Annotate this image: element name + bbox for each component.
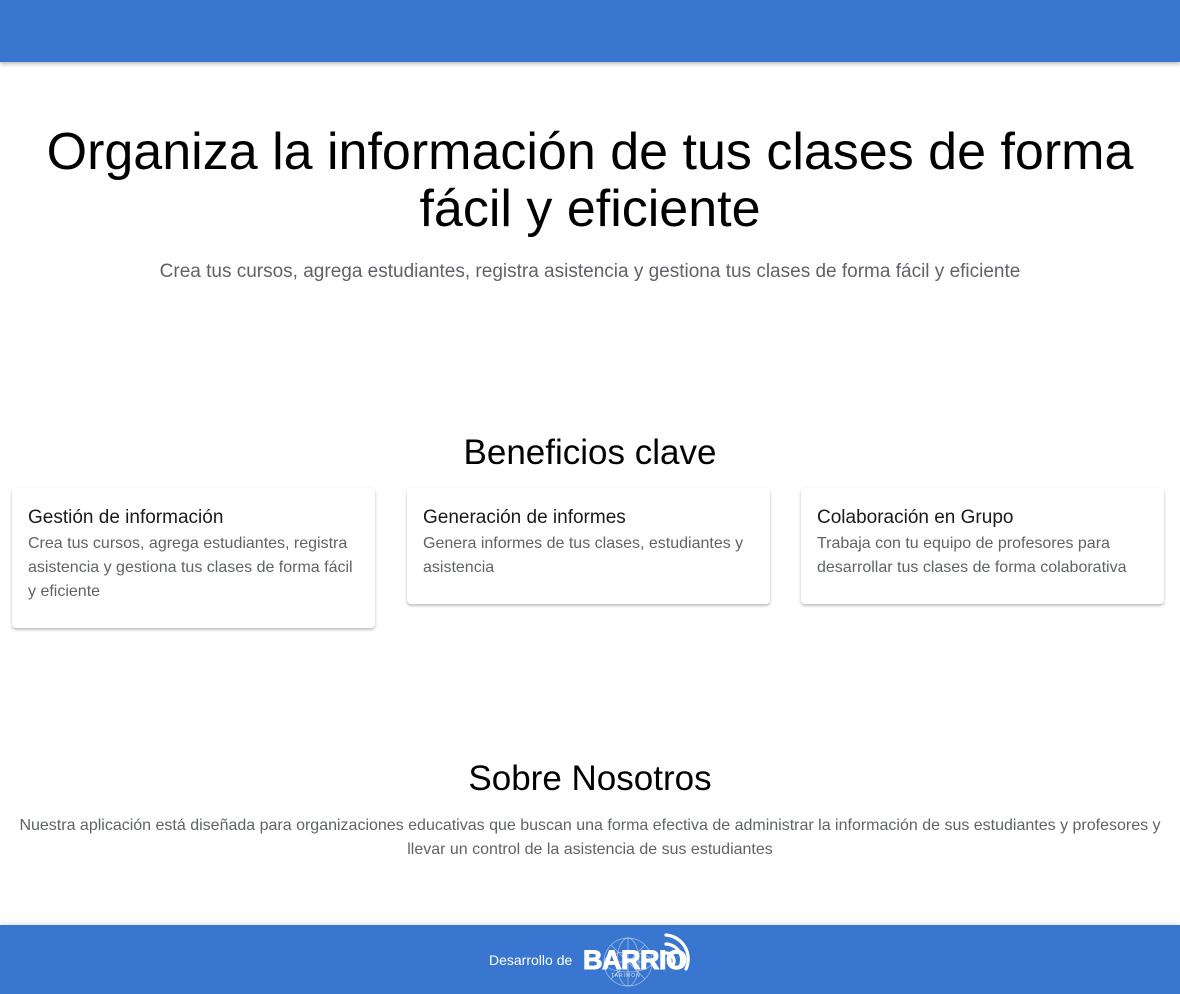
benefit-card-gestion: Gestión de información Crea tus cursos, … <box>12 488 375 628</box>
benefit-card-text: Crea tus cursos, agrega estudiantes, reg… <box>28 535 353 600</box>
about-title: Sobre Nosotros <box>468 759 712 798</box>
benefit-cards: Gestión de información Crea tus cursos, … <box>12 488 1164 638</box>
hero-subtitle: Crea tus cursos, agrega estudiantes, reg… <box>159 261 1021 282</box>
benefit-card-title: Colaboración en Grupo <box>817 507 1014 528</box>
footer: Desarrollo de BARRIO TARIMON <box>0 925 1180 994</box>
benefits-title: Beneficios clave <box>463 433 717 472</box>
footer-label: Desarrollo de <box>489 952 573 968</box>
benefit-card-text: Genera informes de tus clases, estudiant… <box>423 535 744 576</box>
about-text: Nuestra aplicación está diseñada para or… <box>19 817 1161 858</box>
benefit-card-text: Trabaja con tu equipo de profesores para… <box>817 535 1127 576</box>
benefit-card-title: Gestión de información <box>28 507 224 528</box>
svg-text:BARRIO: BARRIO <box>583 945 687 975</box>
barrio-logo-icon[interactable]: BARRIO TARIMON <box>580 929 690 989</box>
benefit-card-informes: Generación de informes Genera informes d… <box>407 488 770 604</box>
top-app-bar <box>0 0 1180 62</box>
benefits-section: Beneficios clave Gestión de información … <box>0 432 1180 628</box>
hero-section: Organiza la información de tus clases de… <box>0 124 1180 284</box>
benefit-card-title: Generación de informes <box>423 507 626 528</box>
about-section: Sobre Nosotros Nuestra aplicación está d… <box>0 758 1180 862</box>
benefit-card-colaboracion: Colaboración en Grupo Trabaja con tu equ… <box>801 488 1164 604</box>
hero-title: Organiza la información de tus clases de… <box>46 123 1134 238</box>
svg-text:TARIMON: TARIMON <box>611 973 641 979</box>
